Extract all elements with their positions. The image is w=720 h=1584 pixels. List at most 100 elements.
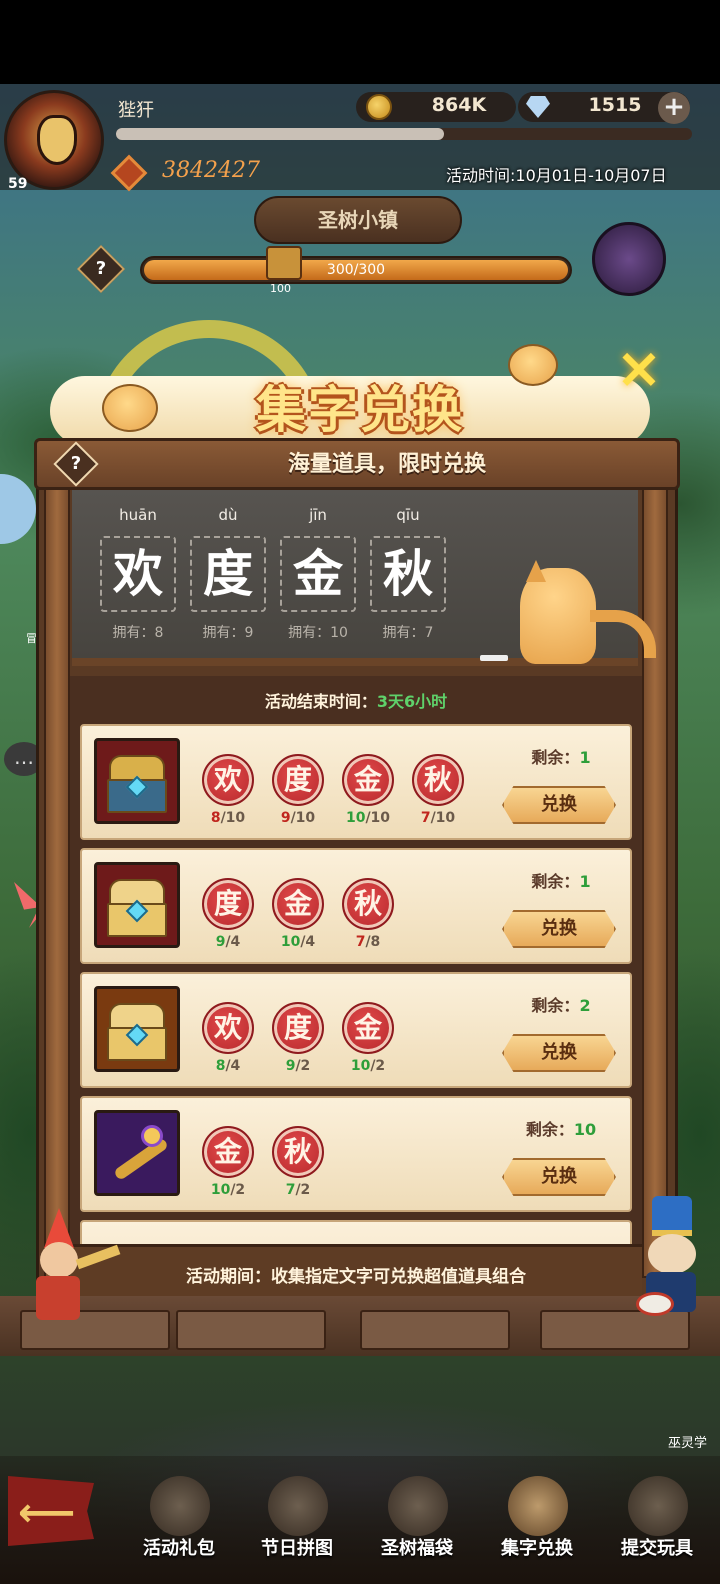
remaining-label: 剩余： [531,748,580,767]
exchange-button[interactable]: 兑换 [502,1034,616,1072]
required-amount: /4 [300,934,316,950]
remaining-label: 剩余： [531,872,580,891]
character-seal: 度 [272,1002,324,1054]
character-seal: 秋 [272,1126,324,1178]
coin-amount: 864K [431,94,487,116]
nav-label: 集字兑换 [501,1538,573,1559]
owned-amount: 9 [215,934,226,950]
nav-item[interactable]: 活动礼包 [124,1476,234,1580]
pinyin-label: qīu [396,506,420,524]
gem-amount: 1515 [588,94,642,116]
remaining-value: 1 [579,872,591,891]
close-icon[interactable]: × [614,341,664,397]
reward-card: 度 9/4 金 10/4 秋 7/8 剩余：1 兑换 [80,848,632,964]
reward-card: 欢 8/10 度 9/10 金 10/10 秋 7/10 剩余：1 兑换 [80,724,632,840]
panel-title: 集字兑换 [256,381,464,439]
end-time-label: 活动结束时间： [264,692,377,711]
owned-amount: 8 [215,1058,226,1074]
requirement-count: 8/10 [198,810,258,826]
player-level: 59 [8,176,28,192]
owned-count: 拥有：8 [112,625,164,641]
requirement-count: 7/2 [268,1182,328,1198]
town-progress-text: 300/300 [326,262,386,278]
owned-amount: 8 [210,810,221,826]
owned-amount: 10 [350,1058,371,1074]
reward-icon-frame[interactable] [94,986,180,1072]
exchange-button[interactable]: 兑换 [502,910,616,948]
character-seal: 欢 [202,1002,254,1054]
side-label-right: 巫灵学 [668,1436,708,1451]
add-gems-button[interactable]: + [658,92,690,124]
remaining-count: 剩余：1 [506,868,616,892]
owned-amount: 7 [420,810,431,826]
character-seal: 度 [272,754,324,806]
reward-card: 欢 8/4 度 9/2 金 10/2 剩余：2 兑换 [80,972,632,1088]
reward-icon-frame[interactable] [94,862,180,948]
pillar-right [642,488,668,1278]
question-icon: ? [95,258,107,279]
required-amount: /2 [230,1182,246,1198]
subtitle-bar: 海量道具，限时兑换 [34,438,680,490]
jester-character [20,1190,121,1330]
nav-item[interactable]: 节日拼图 [242,1476,352,1580]
character-seal: 欢 [202,754,254,806]
owned-amount: 9 [285,1058,296,1074]
nav-label: 提交玩具 [621,1538,693,1559]
coin-icon [366,94,392,120]
lucky-bag-icon [388,1476,448,1536]
requirement-count: 9/10 [268,810,328,826]
nav-item[interactable]: 圣树福袋 [362,1476,472,1580]
requirement-count: 8/4 [198,1058,258,1074]
character-slot: 度 [190,536,266,612]
reward-icon-frame[interactable] [94,1110,180,1196]
required-amount: /8 [365,934,381,950]
owned-amount: 9 [280,810,291,826]
gift-box-icon [150,1476,210,1536]
reward-icon-frame[interactable] [94,738,180,824]
character-seal: 秋 [412,754,464,806]
pinyin-label: jīn [309,506,327,524]
exchange-button[interactable]: 兑换 [502,786,616,824]
owned-amount: 10 [210,1182,231,1198]
requirement-count: 9/2 [268,1058,328,1074]
required-amount: /10 [365,810,391,826]
player-avatar[interactable] [4,90,104,190]
reward-card [80,1220,632,1244]
character-seal: 秋 [342,878,394,930]
town-progress-bar: 300/300 [140,256,572,284]
required-amount: /10 [290,810,316,826]
required-amount: /10 [430,810,456,826]
owned-amount: 10 [345,810,366,826]
remaining-value: 2 [579,996,591,1015]
character-seal: 金 [202,1126,254,1178]
requirement-count: 10/4 [268,934,328,950]
treasure-chest-icon[interactable] [266,246,302,280]
nav-item[interactable]: 集字兑换 [482,1476,592,1580]
remaining-count: 剩余：1 [506,744,616,768]
requirement-count: 10/10 [338,810,398,826]
required-amount: /4 [225,1058,241,1074]
character-seal: 金 [342,1002,394,1054]
puzzle-icon [268,1476,328,1536]
reward-list[interactable]: 活动结束时间：3天6小时 欢 8/10 度 9/10 金 10/10 秋 7/10 剩余：1 兑换… [70,676,642,1244]
cat-icon [520,568,596,664]
remaining-count: 剩余：10 [506,1116,616,1140]
required-amount: /4 [225,934,241,950]
chalk-icon [480,655,508,661]
pinyin-label: dù [218,506,238,524]
owned-amount: 10 [280,934,301,950]
owned-amount: 7 [355,934,366,950]
requirement-count: 7/8 [338,934,398,950]
player-name: 狴犴 [118,100,154,121]
witch-character-icon[interactable] [592,222,666,296]
requirement-count: 9/4 [198,934,258,950]
question-icon: ? [70,453,82,474]
remaining-value: 1 [579,748,591,767]
word-exchange-icon [508,1476,568,1536]
drummer-head [648,1234,696,1274]
exchange-button[interactable]: 兑换 [502,1158,616,1196]
toy-clown-icon [628,1476,688,1536]
town-tab[interactable]: 圣树小镇 [254,196,462,244]
nav-item[interactable]: 提交玩具 [602,1476,712,1580]
nav-label: 活动礼包 [143,1538,215,1559]
